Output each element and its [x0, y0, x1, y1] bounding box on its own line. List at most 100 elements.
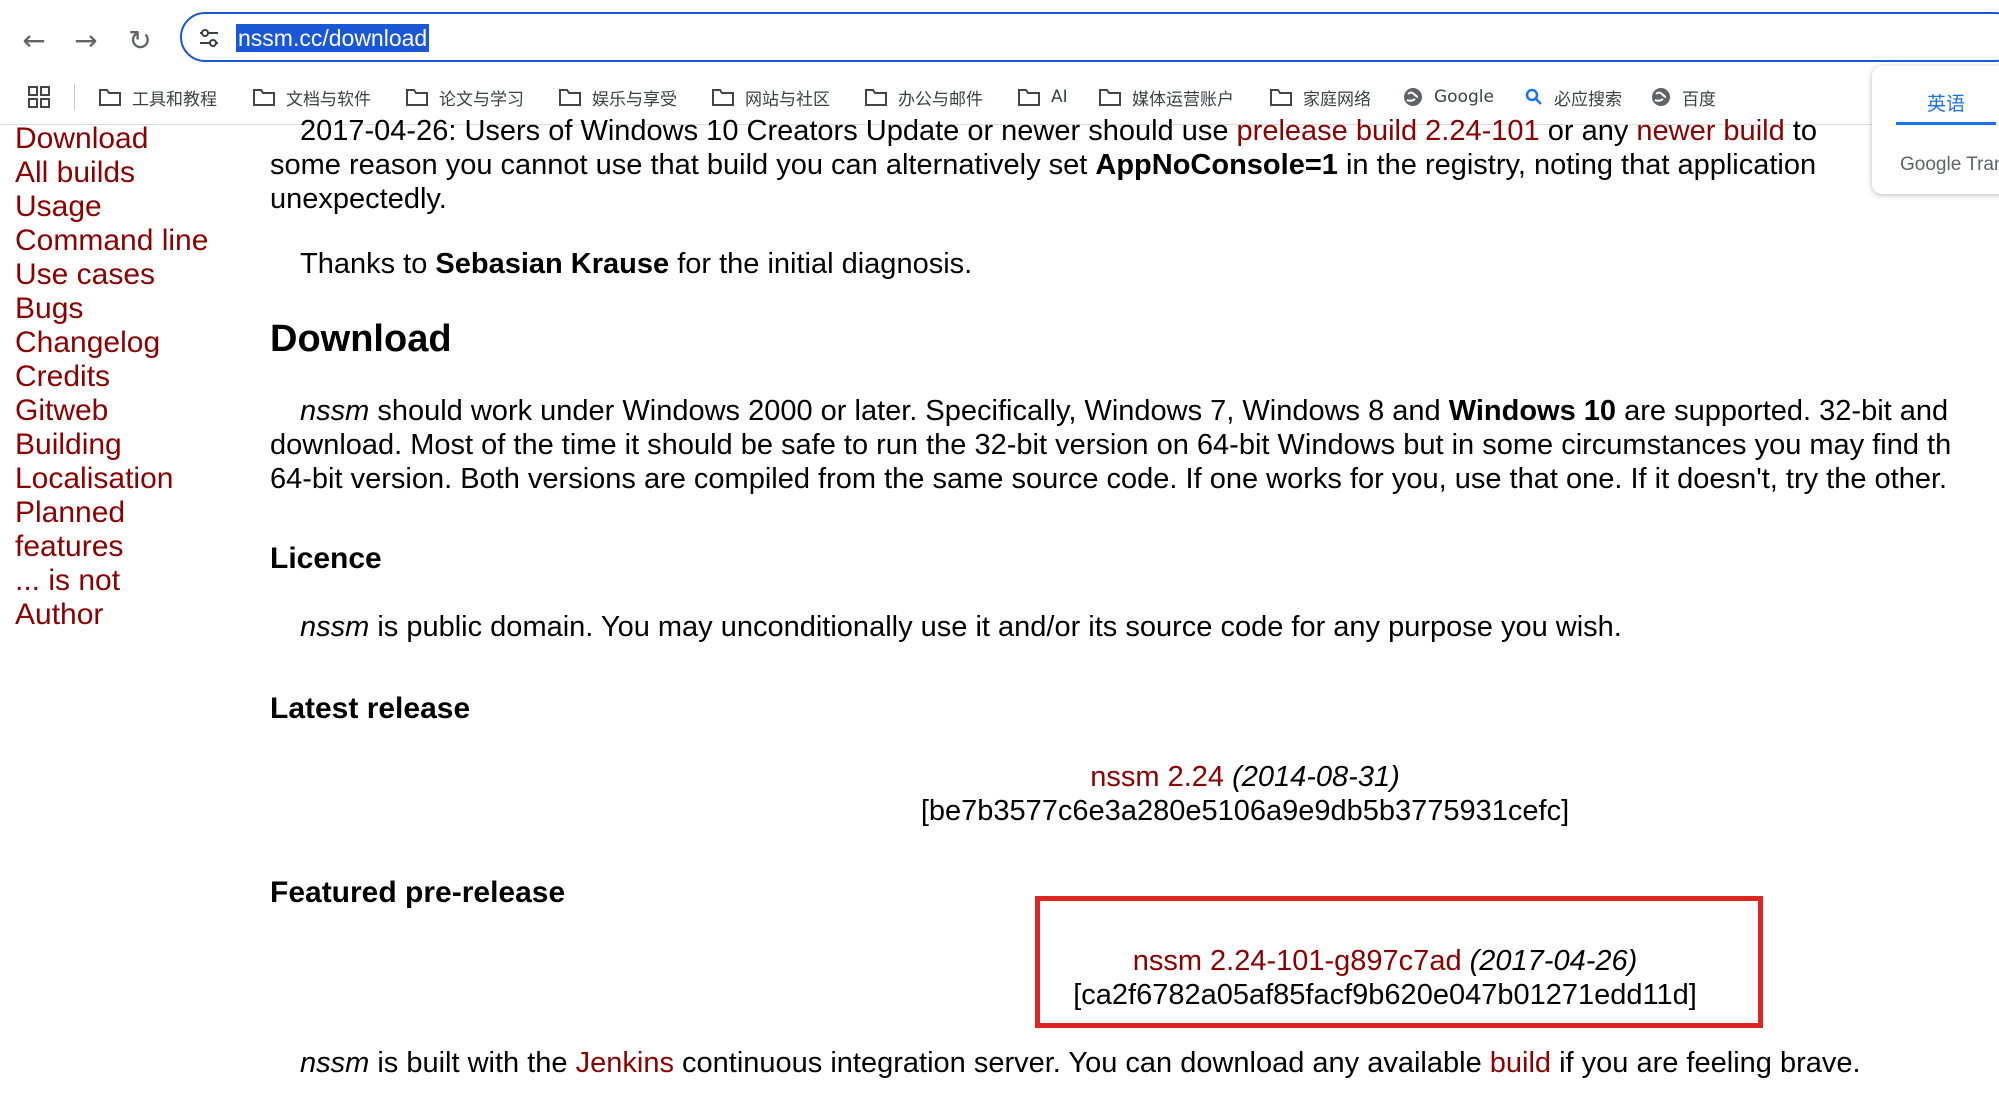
bookmark-label: AI	[1051, 87, 1068, 107]
intro-text: in the registry, noting that application	[1337, 149, 1817, 181]
jenkins-link[interactable]: Jenkins	[576, 1047, 674, 1079]
folder-icon	[559, 89, 581, 106]
latest-release-line: nssm 2.24 (2014-08-31)	[900, 760, 1590, 794]
bookmarks-separator	[74, 84, 75, 110]
jenkins-paragraph: nssm is built with the Jenkins continuou…	[300, 1046, 1861, 1080]
download-text: are supported. 32-bit and	[1616, 395, 1949, 427]
search-icon	[1525, 88, 1542, 105]
nav-link-gitweb[interactable]: Gitweb	[15, 394, 245, 428]
bookmark-label: 网站与社区	[745, 89, 830, 110]
back-button[interactable]: ←	[14, 20, 54, 60]
nav-link-planned[interactable]: Planned	[15, 496, 245, 530]
nav-link-command-line[interactable]: Command line	[15, 224, 245, 258]
site-settings-icon[interactable]	[196, 25, 222, 51]
latest-release: nssm 2.24 (2014-08-31) [be7b3577c6e3a280…	[900, 760, 1590, 828]
folder-icon	[1270, 89, 1292, 106]
intro-text: 2017-04-26: Users of Windows 10 Creators…	[300, 115, 1237, 147]
bookmark-folder-papers[interactable]: 论文与学习	[405, 82, 524, 112]
url-text[interactable]: nssm.cc/download	[236, 24, 430, 52]
registry-value: AppNoConsole=1	[1095, 149, 1338, 181]
latest-release-date: (2014-08-31)	[1232, 761, 1400, 793]
bookmark-folder-media-accounts[interactable]: 媒体运营账户	[1098, 82, 1234, 112]
latest-release-link[interactable]: nssm 2.24	[1090, 761, 1224, 793]
bookmark-folder-tools[interactable]: 工具和教程	[98, 82, 217, 112]
back-arrow-icon: ←	[22, 23, 46, 57]
latest-release-hash: [be7b3577c6e3a280e5106a9e9db5b3775931cef…	[920, 795, 1570, 827]
nssm-name: nssm	[300, 611, 370, 643]
bookmark-baidu[interactable]: 百度	[1650, 82, 1716, 112]
bookmark-label: 工具和教程	[132, 89, 217, 110]
thanks-text: Thanks to	[300, 248, 436, 280]
thanks-paragraph: Thanks to Sebasian Krause for the initia…	[300, 247, 972, 281]
bookmark-label: 必应搜索	[1554, 89, 1622, 110]
download-heading: Download	[270, 318, 452, 360]
bookmark-folder-websites[interactable]: 网站与社区	[711, 82, 830, 112]
nav-link-usage[interactable]: Usage	[15, 190, 245, 224]
bookmark-label: 论文与学习	[439, 89, 524, 110]
nav-link-all-builds[interactable]: All builds	[15, 156, 245, 190]
nssm-name: nssm	[300, 395, 370, 427]
site-navigation: Download All builds Usage Command line U…	[15, 122, 245, 632]
bookmark-folder-home-network[interactable]: 家庭网络	[1269, 82, 1371, 112]
nav-link-use-cases[interactable]: Use cases	[15, 258, 245, 292]
intro-line-2: some reason you cannot use that build yo…	[270, 148, 1816, 182]
bookmark-folder-office[interactable]: 办公与邮件	[864, 82, 983, 112]
globe-icon	[1652, 88, 1670, 106]
nav-link-author[interactable]: Author	[15, 598, 245, 632]
nav-link-download[interactable]: Download	[15, 122, 245, 156]
browser-toolbar: ← → ↻ nssm.cc/download	[0, 0, 1999, 78]
bookmark-label: 办公与邮件	[898, 89, 983, 110]
folder-icon	[1099, 89, 1121, 106]
latest-release-heading: Latest release	[270, 692, 471, 725]
licence-paragraph: nssm is public domain. You may unconditi…	[300, 610, 1622, 644]
licence-text: is public domain. You may unconditionall…	[369, 611, 1622, 643]
bookmark-google[interactable]: Google	[1402, 82, 1494, 112]
jenkins-text: is built with the	[369, 1047, 576, 1079]
bookmark-folder-docs[interactable]: 文档与软件	[252, 82, 371, 112]
licence-heading: Licence	[270, 542, 382, 575]
folder-icon	[406, 89, 428, 106]
bookmark-folder-entertainment[interactable]: 娱乐与享受	[558, 82, 677, 112]
translate-language-tab[interactable]: 英语	[1896, 86, 1996, 125]
bookmark-label: 娱乐与享受	[592, 89, 677, 110]
jenkins-text: continuous integration server. You can d…	[673, 1047, 1490, 1079]
nav-link-bugs[interactable]: Bugs	[15, 292, 245, 326]
forward-arrow-icon: →	[74, 23, 98, 57]
folder-icon	[253, 89, 275, 106]
intro-text: to	[1784, 115, 1817, 147]
reload-button[interactable]: ↻	[120, 20, 160, 60]
apps-grid-icon[interactable]	[27, 85, 51, 109]
nssm-name: nssm	[300, 1047, 370, 1079]
nav-link-localisation[interactable]: Localisation	[15, 462, 245, 496]
download-line-3: 64-bit version. Both versions are compil…	[270, 463, 1948, 495]
windows-10-text: Windows 10	[1448, 395, 1617, 427]
nav-link-building[interactable]: Building	[15, 428, 245, 462]
intro-line-1: 2017-04-26: Users of Windows 10 Creators…	[300, 114, 1817, 148]
bookmark-label: 文档与软件	[286, 89, 371, 110]
download-line-2: download. Most of the time it should be …	[270, 429, 1952, 461]
nav-link-is-not[interactable]: ... is not	[15, 564, 245, 598]
folder-icon	[1018, 89, 1040, 106]
newer-build-link[interactable]: newer build	[1636, 115, 1784, 147]
nav-link-changelog[interactable]: Changelog	[15, 326, 245, 360]
download-text: should work under Windows 2000 or later.…	[369, 395, 1449, 427]
prerelease-build-link[interactable]: prelease build 2.24-101	[1237, 115, 1540, 147]
google-translate-brand: Google Trans	[1900, 154, 1999, 175]
bookmark-bing[interactable]: 必应搜索	[1524, 82, 1622, 112]
thanks-name: Sebasian Krause	[435, 248, 670, 280]
download-line-1: nssm should work under Windows 2000 or l…	[300, 394, 1948, 428]
featured-prerelease-heading: Featured pre-release	[270, 876, 566, 909]
forward-button[interactable]: →	[66, 20, 106, 60]
nav-link-credits[interactable]: Credits	[15, 360, 245, 394]
bookmark-label: 家庭网络	[1303, 89, 1371, 110]
bookmark-folder-ai[interactable]: AI	[1017, 82, 1068, 112]
bookmark-label: Google	[1434, 87, 1494, 107]
build-link[interactable]: build	[1490, 1047, 1551, 1079]
nav-link-features[interactable]: features	[15, 530, 245, 564]
intro-text: some reason you cannot use that build yo…	[270, 149, 1096, 181]
translate-popup: 英语 Google Trans	[1872, 66, 1999, 194]
intro-text: or any	[1539, 115, 1637, 147]
thanks-text: for the initial diagnosis.	[669, 248, 973, 280]
folder-icon	[99, 89, 121, 106]
address-bar[interactable]: nssm.cc/download	[180, 12, 1999, 62]
